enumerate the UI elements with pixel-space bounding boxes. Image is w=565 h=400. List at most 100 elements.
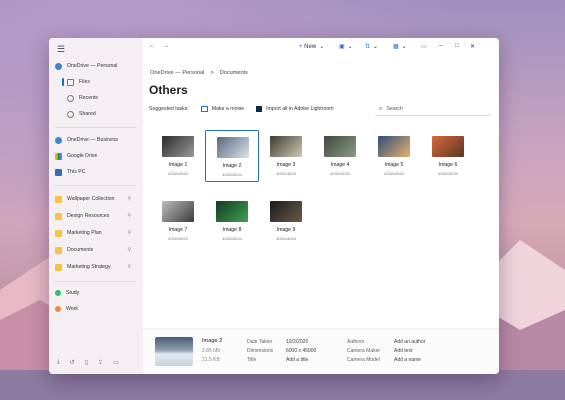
image-thumbnail (270, 201, 302, 222)
import-lightroom-label: Import all in Adobe Lightroom (266, 106, 334, 112)
sidebar-item-label: Design Resources (67, 213, 110, 219)
make-movie-button[interactable]: Make a movie (200, 106, 244, 112)
image-tile[interactable]: Image 8 4032x3024 (205, 195, 259, 247)
image-name: Image 9 (276, 227, 296, 233)
sidebar-item-shared[interactable]: Shared (67, 107, 96, 121)
chevron-down-icon: ⌄ (401, 44, 407, 50)
maximize-icon[interactable]: □ (455, 43, 459, 49)
sidebar-item-this-pc[interactable]: This PC (55, 165, 85, 179)
details-labels-col2: Authors Camera Maker Camera Model (347, 338, 380, 365)
image-thumbnail (217, 137, 249, 158)
image-name: Image 7 (168, 227, 188, 233)
camera-maker-label: Camera Maker (347, 348, 381, 354)
trash-icon[interactable]: ▭ (113, 359, 119, 366)
folder-icon (55, 212, 62, 220)
breadcrumb: OneDrive — Personal > Documents (150, 70, 248, 76)
new-button-label: New (304, 43, 317, 50)
suggested-tasks-label: Suggested tasks: (149, 106, 189, 112)
close-icon[interactable]: ✕ (470, 43, 475, 50)
image-thumbnail (324, 136, 356, 157)
image-dimensions: 4032x3024 (330, 171, 350, 176)
movie-icon (200, 106, 208, 112)
authors-value-field[interactable]: Add an author (394, 338, 425, 347)
clipboard-icon: ▣ (339, 44, 345, 50)
sidebar-item-folder[interactable]: Wallpaper Collection ⚲ (55, 192, 137, 206)
sidebar-item-label: OneDrive — Personal (67, 63, 118, 69)
image-tile[interactable]: Image 9 4032x3024 (259, 195, 313, 247)
image-dimensions: 4032x3024 (276, 236, 296, 241)
divider (55, 281, 137, 282)
sidebar-item-recents[interactable]: Recents (67, 91, 98, 105)
search-icon: ⌕ (379, 105, 383, 112)
image-tile[interactable]: Image 3 4032x3024 (259, 130, 313, 182)
sort-button[interactable]: ⇅ ⌄ (365, 43, 378, 50)
sidebar-item-onedrive-business[interactable]: OneDrive — Business (55, 133, 118, 147)
breadcrumb-separator: > (210, 70, 214, 76)
clipboard-button[interactable]: ▣ ⌄ (339, 43, 353, 50)
tag-dot-icon (55, 290, 61, 296)
chevron-down-icon: ⌄ (319, 44, 325, 50)
details-values-col1: 10/2/2020 6000 x 45000 Add a title (286, 338, 316, 365)
cloud-icon (55, 62, 62, 70)
folder-icon (67, 78, 74, 86)
pin-icon[interactable]: ⚲ (127, 196, 131, 202)
download-icon[interactable]: ⤓ (57, 359, 60, 366)
hamburger-menu-icon[interactable]: ☰ (57, 44, 65, 55)
search-placeholder: Search (386, 106, 403, 112)
pin-icon[interactable]: ⚲ (127, 264, 131, 270)
camera-model-value-field[interactable]: Add a name (394, 356, 425, 365)
image-tile[interactable]: Image 6 4032x3024 (421, 130, 475, 182)
image-tile[interactable]: Image 1 4032x3024 (151, 130, 205, 182)
title-value-field[interactable]: Add a title (286, 356, 316, 365)
image-dimensions: 4032x3024 (384, 171, 404, 176)
details-meta-line: 2.85 Mb (202, 348, 221, 354)
sidebar-item-folder[interactable]: Documents ⚲ (55, 243, 137, 257)
folder-icon (55, 263, 62, 271)
sidebar-item-tag-work[interactable]: Work (55, 302, 78, 316)
sidebar: ☰ OneDrive — Personal Files Recents Shar… (49, 38, 144, 374)
details-pane-icon[interactable]: ▭ (421, 43, 427, 50)
tag-dot-icon (55, 306, 61, 312)
date-taken-label: Date Taken (247, 339, 273, 345)
sidebar-item-files[interactable]: Files (62, 75, 90, 89)
sidebar-item-tag-study[interactable]: Study (55, 286, 79, 300)
image-name: Image 3 (276, 162, 296, 168)
title-label: Title (247, 357, 257, 363)
cloud-icon (55, 136, 62, 144)
view-button[interactable]: ▦ ⌄ (393, 43, 407, 50)
pin-icon[interactable]: ⚲ (127, 213, 131, 219)
sidebar-item-label: OneDrive — Business (67, 137, 119, 143)
chevron-down-icon: ⌄ (373, 44, 379, 50)
import-lightroom-button[interactable]: Import all in Adobe Lightroom (256, 106, 334, 112)
image-name: Image 6 (438, 162, 458, 168)
breadcrumb-item[interactable]: OneDrive — Personal (150, 70, 204, 76)
image-tile[interactable]: Image 7 4032x3024 (151, 195, 205, 247)
pin-icon[interactable]: ⚲ (127, 230, 131, 236)
pin-icon[interactable]: ⚲ (127, 247, 131, 253)
sidebar-item-folder[interactable]: Marketing Plan ⚲ (55, 226, 137, 240)
back-arrow-icon[interactable]: ← (149, 43, 155, 49)
sidebar-item-folder[interactable]: Marketing Strategy ⚲ (55, 260, 137, 274)
new-button[interactable]: + New ⌄ (299, 43, 325, 51)
sidebar-item-google-drive[interactable]: Google Drive (55, 149, 97, 163)
minimize-icon[interactable]: – (439, 43, 442, 49)
camera-maker-value-field[interactable]: Add text (394, 347, 425, 356)
image-tile[interactable]: Image 2 4032x3024 (205, 130, 259, 182)
sidebar-item-onedrive-personal[interactable]: OneDrive — Personal (55, 59, 117, 73)
document-icon[interactable]: ▯ (85, 359, 88, 366)
image-tile[interactable]: Image 4 4032x3024 (313, 130, 367, 182)
sidebar-item-folder[interactable]: Design Resources ⚲ (55, 209, 137, 223)
share-icon[interactable]: ⇪ (98, 359, 103, 366)
forward-arrow-icon[interactable]: → (163, 43, 169, 49)
sidebar-item-label: Marketing Plan (67, 230, 102, 236)
details-meta: 2.85 Mb 21.5 KB (202, 347, 220, 365)
page-title: Others (149, 83, 188, 97)
image-tile[interactable]: Image 5 4032x3024 (367, 130, 421, 182)
breadcrumb-item[interactable]: Documents (220, 70, 248, 76)
image-thumbnail (432, 136, 464, 157)
sidebar-item-label: Recents (79, 95, 99, 101)
sidebar-item-label: Documents (67, 247, 94, 253)
sidebar-item-label: Work (66, 306, 79, 312)
history-icon[interactable]: ↺ (70, 359, 75, 366)
search-input[interactable]: ⌕ Search (375, 103, 491, 116)
